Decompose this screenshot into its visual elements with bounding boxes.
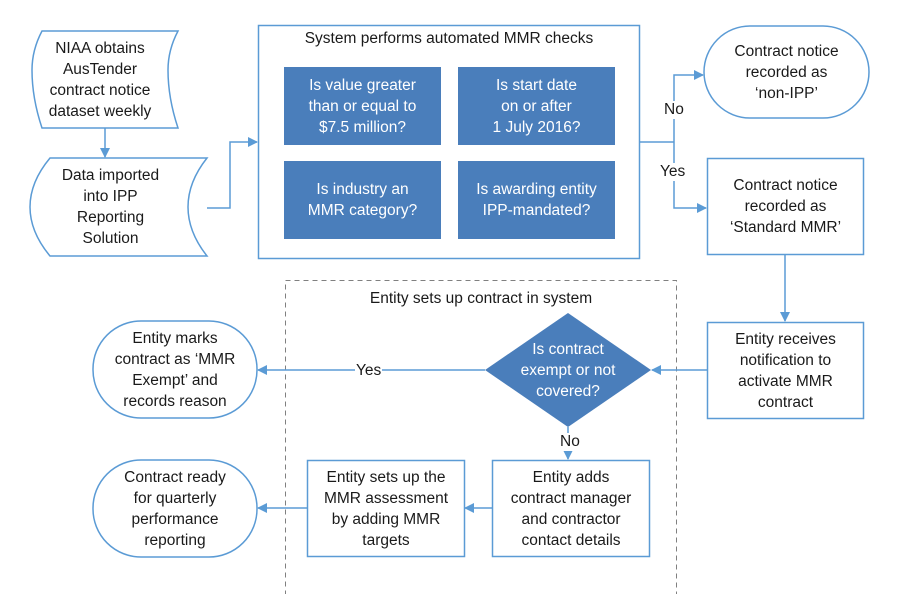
exempt-decision-text: Is contract exempt or not covered? — [520, 340, 616, 400]
non-ipp-text: Contract notice recorded as ‘non-IPP’ — [734, 42, 839, 102]
entity-receives-text: Entity receives notification to activate… — [735, 330, 836, 411]
adds-contacts-text: Entity adds contract manager and contrac… — [510, 468, 632, 549]
edge-label-checks-no: No — [663, 101, 685, 119]
check-industry-text: Is industry an MMR category? — [307, 181, 418, 219]
niaa-obtains-text: NIAA obtains AusTender contract notice d… — [48, 39, 152, 120]
check-start-date-text: Is start date on or after 1 July 2016? — [492, 76, 581, 136]
automated-checks-title: System performs automated MMR checks — [304, 30, 594, 47]
check-awarding-entity-text: Is awarding entity IPP-mandated? — [476, 181, 597, 219]
edge-label-exempt-no: No — [559, 433, 581, 451]
standard-mmr-text: Contract notice recorded as ‘Standard MM… — [729, 177, 842, 236]
check-value-text: Is value greater than or equal to $7.5 m… — [308, 76, 417, 136]
edge-import-to-checks — [207, 137, 258, 209]
contract-ready-text: Contract ready for quarterly performance… — [124, 468, 226, 549]
data-imported-text: Data imported into IPP Reporting Solutio… — [61, 167, 160, 247]
setup-group-title: Entity sets up contract in system — [369, 290, 593, 307]
mmr-exempt-text: Entity marks contract as ‘MMR Exempt’ an… — [114, 329, 236, 410]
sets-assessment-text: Entity sets up the MMR assessment by add… — [323, 468, 449, 549]
edge-label-exempt-yes: Yes — [355, 362, 383, 380]
edge-label-checks-yes: Yes — [659, 163, 687, 181]
